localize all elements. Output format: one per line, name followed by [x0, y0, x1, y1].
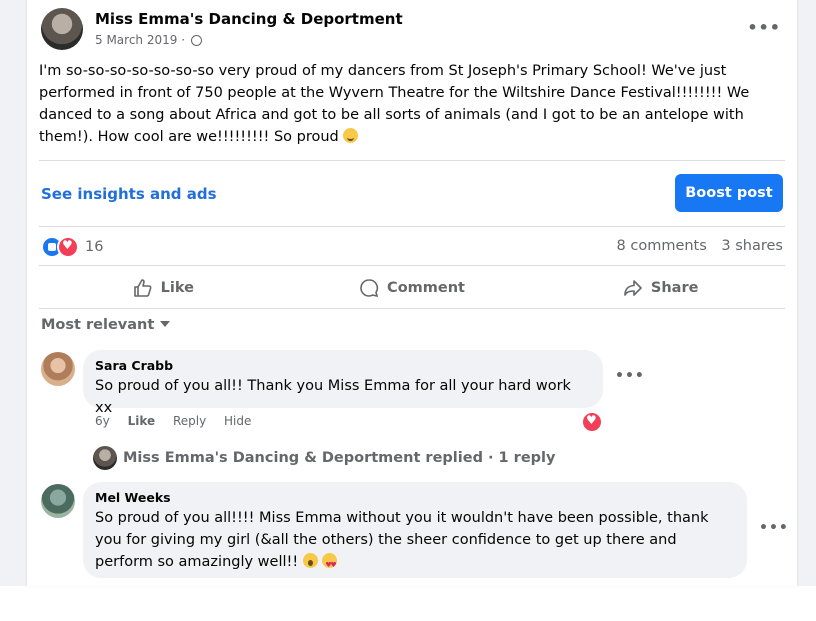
love-reaction-icon [57, 236, 79, 258]
comment-label: Comment [387, 280, 465, 296]
comment-button[interactable]: Comment [288, 268, 537, 308]
comment-options-icon[interactable]: ••• [759, 520, 789, 536]
thumbs-up-icon [133, 279, 152, 297]
smile-emoji-icon [343, 128, 359, 143]
comment-meta: 6y Like Reply Hide [95, 414, 265, 428]
globe-icon [190, 35, 202, 46]
comments-count-link[interactable]: 8 comments [617, 238, 707, 254]
commenter-name[interactable]: Sara Crabb [95, 358, 591, 373]
comment-bubble: Sara Crabb So proud of you all!! Thank y… [83, 350, 603, 416]
post-text: I'm so-so-so-so-so-so-so very proud of m… [39, 63, 750, 145]
comment-bubble: Mel Weeks So proud of you all!!!! Miss E… [83, 482, 747, 578]
shares-count-link[interactable]: 3 shares [721, 238, 783, 254]
divider [39, 308, 785, 309]
see-insights-link[interactable]: See insights and ads [41, 185, 217, 203]
commenter-avatar[interactable] [41, 352, 75, 386]
like-label: Like [160, 280, 194, 296]
comment-sort-dropdown[interactable]: Most relevant [41, 317, 171, 333]
divider [39, 160, 785, 161]
comment-hide-link[interactable]: Hide [224, 414, 251, 428]
reply-avatar [93, 446, 117, 470]
boost-post-button[interactable]: Boost post [675, 174, 783, 212]
post-header: Miss Emma's Dancing & Deportment 5 March… [41, 6, 781, 54]
heart-eyes-emoji-icon [322, 553, 338, 576]
commenter-avatar[interactable] [41, 484, 75, 518]
caret-down-icon [160, 321, 171, 327]
comment-like-link[interactable]: Like [128, 414, 156, 428]
share-icon [624, 280, 642, 296]
comment-body: So proud of you all!!!! Miss Emma withou… [95, 507, 735, 576]
divider [39, 226, 785, 227]
comment-icon [360, 279, 379, 298]
reaction-count: 16 [85, 239, 104, 255]
comment-reply-link[interactable]: Reply [173, 414, 206, 428]
reaction-summary[interactable]: 16 [41, 236, 103, 258]
action-bar: Like Comment Share [39, 268, 785, 308]
post-date[interactable]: 5 March 2019 [95, 33, 177, 47]
view-replies-link[interactable]: Miss Emma's Dancing & Deportment replied… [93, 446, 555, 470]
post-meta: 5 March 2019 · [95, 33, 202, 47]
comment-text: So proud of you all!!!! Miss Emma withou… [95, 510, 709, 570]
page-avatar[interactable] [41, 8, 83, 50]
like-button[interactable]: Like [39, 268, 288, 308]
love-reaction-icon[interactable] [581, 411, 603, 433]
share-button[interactable]: Share [536, 268, 785, 308]
post-card: Miss Emma's Dancing & Deportment 5 March… [26, 0, 798, 586]
comment-text: So proud of you all!! Thank you Miss Emm… [95, 378, 571, 416]
meta-separator: · [181, 33, 186, 47]
reply-summary: Miss Emma's Dancing & Deportment replied… [123, 450, 556, 466]
comment-options-icon[interactable]: ••• [615, 368, 645, 384]
engagement-counts: 8 comments 3 shares [607, 238, 783, 254]
divider [39, 265, 785, 266]
more-options-icon[interactable]: ••• [747, 18, 781, 37]
astonished-emoji-icon [302, 553, 318, 568]
share-label: Share [650, 280, 699, 296]
commenter-name[interactable]: Mel Weeks [95, 490, 735, 505]
page-name-link[interactable]: Miss Emma's Dancing & Deportment [95, 10, 403, 28]
comment-age[interactable]: 6y [95, 414, 110, 428]
sort-label: Most relevant [41, 317, 155, 333]
post-body: I'm so-so-so-so-so-so-so very proud of m… [39, 60, 779, 148]
